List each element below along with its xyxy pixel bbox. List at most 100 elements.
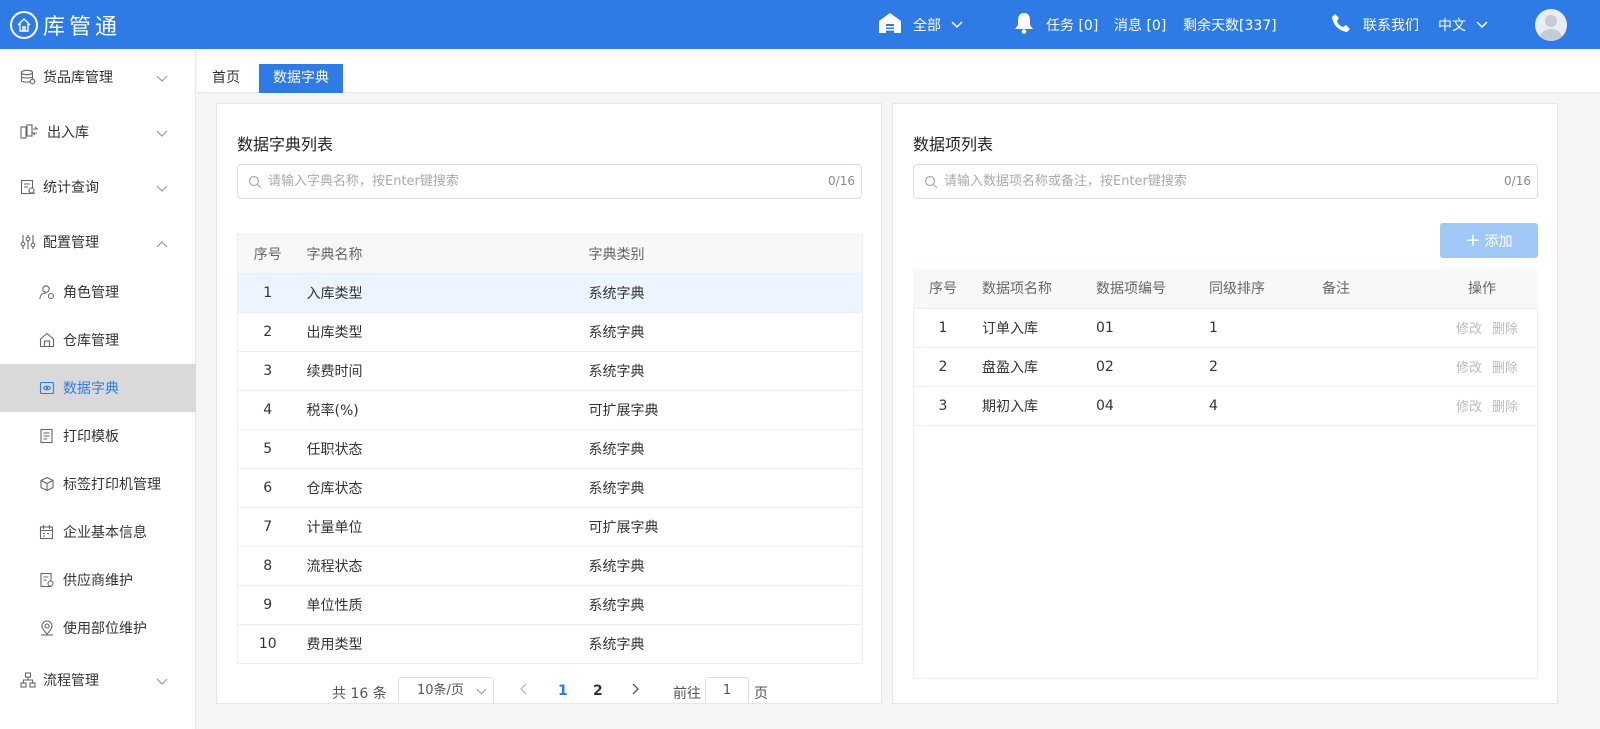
sidebar-item-workflow[interactable]: 流程管理	[0, 656, 196, 704]
sidebar-item-label: 标签打印机管理	[63, 477, 161, 493]
goto-label: 前往	[673, 686, 701, 702]
page-size-select[interactable]: 10条/页	[398, 677, 494, 703]
data-item-search-input[interactable]	[944, 165, 1504, 198]
table-row[interactable]: 3 期初入库 04 4 修改 删除	[913, 386, 1538, 426]
plus-icon: +	[1465, 229, 1481, 251]
edit-link[interactable]: 修改	[1456, 361, 1482, 376]
tasks-link[interactable]: 任务 [0]	[1014, 0, 1098, 49]
sidebar-item-config[interactable]: 配置管理	[0, 218, 196, 266]
add-data-item-button[interactable]: + 添加	[1440, 223, 1538, 258]
data-item-code: 01	[1087, 308, 1200, 348]
column-header: 操作	[1426, 269, 1538, 309]
panel-title: 数据字典列表	[237, 135, 334, 154]
row-index: 5	[237, 429, 298, 469]
phone-icon	[1331, 13, 1351, 37]
home-building-icon	[10, 10, 38, 39]
row-index: 2	[237, 312, 298, 352]
table-row[interactable]: 2 盘盈入库 02 2 修改 删除	[913, 347, 1538, 387]
dictionary-name: 出库类型	[297, 312, 580, 352]
column-header: 备注	[1313, 269, 1426, 309]
app-name: 库管通	[43, 14, 122, 40]
data-item-remark	[1313, 308, 1426, 348]
sidebar-item-usage-locations[interactable]: 使用部位维护	[0, 604, 196, 652]
page-number-2[interactable]: 2	[593, 683, 603, 699]
dictionary-name: 仓库状态	[297, 468, 580, 508]
remaining-days: 剩余天数[337]	[1183, 0, 1277, 49]
sidebar-item-suppliers[interactable]: 供应商维护	[0, 556, 196, 604]
edit-link[interactable]: 修改	[1456, 400, 1482, 415]
sidebar-item-warehouses[interactable]: 仓库管理	[0, 316, 196, 364]
next-page-button[interactable]	[630, 683, 640, 699]
data-item-name: 期初入库	[973, 386, 1087, 426]
prev-page-button[interactable]	[519, 683, 529, 699]
sidebar-item-label: 角色管理	[63, 285, 119, 301]
language-select[interactable]: 中文	[1438, 0, 1488, 49]
sidebar-item-label: 配置管理	[43, 235, 99, 251]
chevron-down-icon	[156, 71, 168, 83]
warehouse-scope-select[interactable]: 全部	[878, 0, 963, 49]
dictionary-category: 系统字典	[579, 585, 863, 625]
dictionary-name: 计量单位	[297, 507, 580, 547]
table-row[interactable]: 9 单位性质 系统字典	[237, 585, 863, 625]
database-icon	[20, 69, 36, 85]
dictionary-search: 0/16	[237, 164, 862, 199]
table-row[interactable]: 10 费用类型 系统字典	[237, 624, 863, 664]
bell-icon	[1014, 12, 1034, 38]
column-header: 数据项编号	[1087, 269, 1200, 309]
table-row[interactable]: 6 仓库状态 系统字典	[237, 468, 863, 508]
sidebar-item-label: 打印模板	[63, 429, 119, 445]
table-row[interactable]: 3 续费时间 系统字典	[237, 351, 863, 391]
table-row[interactable]: 1 入库类型 系统字典	[237, 273, 863, 313]
row-index: 1	[913, 308, 973, 348]
warehouse-icon	[878, 12, 902, 38]
sidebar-item-roles[interactable]: 角色管理	[0, 268, 196, 316]
user-avatar[interactable]	[1535, 9, 1567, 41]
column-header: 字典类别	[579, 234, 863, 274]
dictionary-category: 系统字典	[579, 312, 863, 352]
report-icon	[20, 179, 36, 195]
delete-link[interactable]: 删除	[1492, 400, 1518, 415]
edit-link[interactable]: 修改	[1456, 322, 1482, 337]
sidebar-item-label: 出入库	[47, 125, 89, 141]
dictionary-category: 系统字典	[579, 429, 863, 469]
row-actions: 修改 删除	[1426, 347, 1538, 387]
tab-home[interactable]: 首页	[212, 64, 240, 93]
delete-link[interactable]: 删除	[1492, 361, 1518, 376]
delete-link[interactable]: 删除	[1492, 322, 1518, 337]
sidebar-item-dictionary[interactable]: 数据字典	[0, 364, 196, 412]
tab-bar: 首页 数据字典	[197, 49, 1600, 93]
chevron-up-icon	[156, 236, 168, 248]
sidebar-item-company-info[interactable]: 企业基本信息	[0, 508, 196, 556]
sidebar-item-label: 企业基本信息	[63, 525, 147, 541]
table-row[interactable]: 7 计量单位 可扩展字典	[237, 507, 863, 547]
row-index: 2	[913, 347, 973, 387]
sidebar-item-label-printers[interactable]: 标签打印机管理	[0, 460, 196, 508]
table-row[interactable]: 8 流程状态 系统字典	[237, 546, 863, 586]
dictionary-search-input[interactable]	[268, 165, 828, 198]
table-header-row: 序号 数据项名称 数据项编号 同级排序 备注 操作	[913, 269, 1538, 309]
messages-label: 消息 [0]	[1114, 17, 1167, 34]
data-item-code: 02	[1087, 347, 1200, 387]
contact-link[interactable]: 联系我们	[1331, 0, 1419, 49]
goto-page-input[interactable]: 1	[705, 677, 749, 703]
sidebar: 货品库管理 出入库 统计查询 配置管理 角色管理 仓库管理 数据字典 打印模板 …	[0, 49, 196, 729]
sidebar-item-stats[interactable]: 统计查询	[0, 163, 196, 211]
page-number-1[interactable]: 1	[558, 683, 568, 699]
table-row[interactable]: 5 任职状态 系统字典	[237, 429, 863, 469]
sidebar-item-goods[interactable]: 货品库管理	[0, 53, 196, 101]
messages-link[interactable]: 消息 [0]	[1114, 0, 1166, 49]
cube-icon	[39, 476, 55, 492]
table-row[interactable]: 1 订单入库 01 1 修改 删除	[913, 308, 1538, 348]
pagination: 共 16 条 10条/页 1 2 前往 1 页	[217, 677, 881, 703]
dictionary-category: 系统字典	[579, 624, 863, 664]
table-row[interactable]: 2 出库类型 系统字典	[237, 312, 863, 352]
row-index: 9	[237, 585, 298, 625]
data-item-sort: 4	[1200, 386, 1313, 426]
dictionary-category: 系统字典	[579, 273, 863, 313]
row-index: 10	[237, 624, 298, 664]
tab-data-dictionary[interactable]: 数据字典	[259, 64, 343, 93]
sidebar-item-print-templates[interactable]: 打印模板	[0, 412, 196, 460]
app-logo[interactable]: 库管通	[10, 9, 121, 41]
sidebar-item-inout[interactable]: 出入库	[0, 108, 196, 156]
table-row[interactable]: 4 税率(%) 可扩展字典	[237, 390, 863, 430]
